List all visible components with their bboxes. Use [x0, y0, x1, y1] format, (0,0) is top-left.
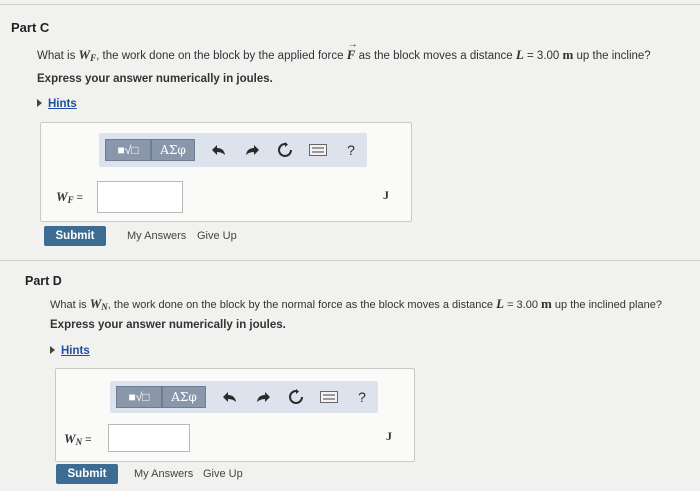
- section-divider: [0, 260, 700, 261]
- undo-icon[interactable]: [207, 139, 231, 161]
- top-divider: [0, 4, 700, 5]
- keyboard-icon[interactable]: [317, 386, 341, 408]
- expand-triangle-icon: [50, 346, 55, 354]
- redo-icon[interactable]: [240, 139, 264, 161]
- part-d-answer-input[interactable]: [108, 424, 190, 452]
- part-d-question: What is WN, the work done on the block b…: [50, 296, 662, 312]
- part-d-answer-box: ■√□ ΑΣφ ? WN = J: [55, 368, 415, 462]
- expand-triangle-icon: [37, 99, 42, 107]
- part-c-hints[interactable]: Hints: [37, 98, 77, 110]
- templates-button[interactable]: ■√□: [116, 386, 162, 408]
- force-vector-symbol: F →: [346, 39, 358, 62]
- greek-symbols-button[interactable]: ΑΣφ: [162, 386, 206, 408]
- part-d-hints-link[interactable]: Hints: [61, 345, 90, 357]
- part-c-answer-input[interactable]: [97, 181, 183, 213]
- templates-button[interactable]: ■√□: [105, 139, 151, 161]
- greek-symbols-button[interactable]: ΑΣφ: [151, 139, 195, 161]
- reset-icon[interactable]: [273, 139, 297, 161]
- part-d-hints[interactable]: Hints: [50, 345, 90, 357]
- part-c-math-toolbar: ■√□ ΑΣφ ?: [99, 133, 367, 167]
- part-d-submit-button[interactable]: Submit: [56, 464, 118, 484]
- undo-icon[interactable]: [218, 386, 242, 408]
- help-icon[interactable]: ?: [350, 386, 374, 408]
- part-c-question: What is WF, the work done on the block b…: [37, 39, 651, 63]
- part-c-instruction: Express your answer numerically in joule…: [37, 73, 273, 85]
- redo-icon[interactable]: [251, 386, 275, 408]
- part-d-instruction: Express your answer numerically in joule…: [50, 319, 286, 331]
- part-c-title: Part C: [11, 20, 50, 35]
- part-c-my-answers-link[interactable]: My Answers: [127, 230, 186, 242]
- part-d-my-answers-link[interactable]: My Answers: [134, 468, 193, 480]
- part-d-unit: J: [386, 429, 392, 443]
- part-c-hints-link[interactable]: Hints: [48, 98, 77, 110]
- keyboard-icon[interactable]: [306, 139, 330, 161]
- part-c-submit-button[interactable]: Submit: [44, 226, 106, 246]
- part-c-give-up-link[interactable]: Give Up: [197, 230, 237, 242]
- part-d-answer-label: WN =: [64, 431, 92, 447]
- part-d-math-toolbar: ■√□ ΑΣφ ?: [110, 381, 378, 413]
- part-d-give-up-link[interactable]: Give Up: [203, 468, 243, 480]
- part-c-answer-box: ■√□ ΑΣφ ? WF = J: [40, 122, 412, 222]
- reset-icon[interactable]: [284, 386, 308, 408]
- part-c-unit: J: [383, 188, 389, 202]
- part-d-title: Part D: [25, 274, 62, 288]
- part-c-answer-label: WF =: [56, 189, 84, 205]
- help-icon[interactable]: ?: [339, 139, 363, 161]
